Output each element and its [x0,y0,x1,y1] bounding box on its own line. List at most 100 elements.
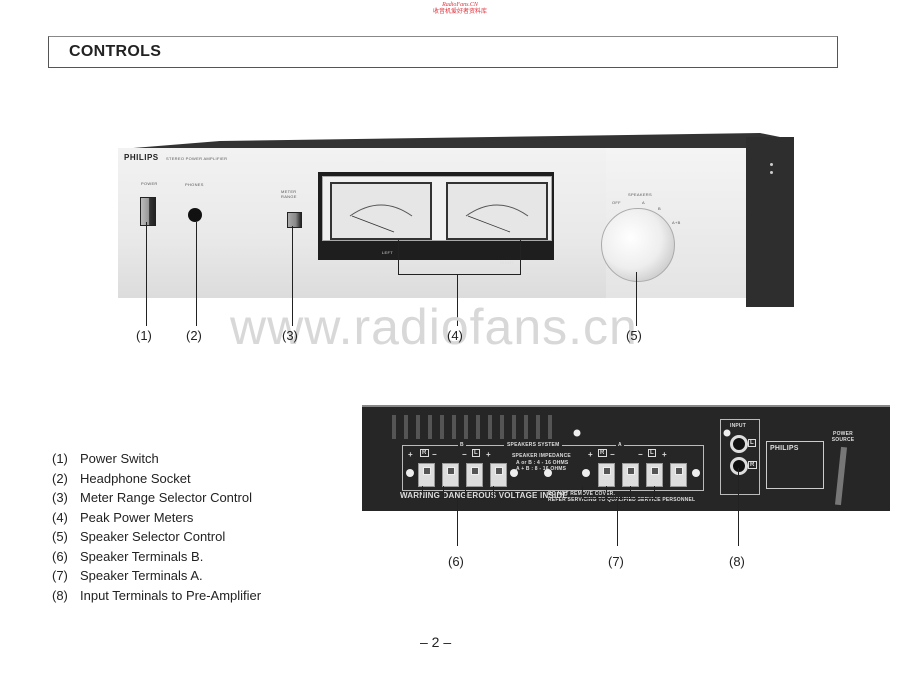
speaker-position-a: A [642,200,645,205]
speaker-terminal-b-l-minus[interactable] [466,463,483,487]
legend-number: (2) [52,471,68,486]
leader-line-6 [457,498,458,546]
impedance-line-2: A + B : 8 - 16 OHMS [516,466,567,472]
legend-label: Speaker Terminals A. [80,568,203,583]
power-label: POWER [141,181,158,186]
screw-icon [770,163,773,166]
callout-6: (6) [448,554,464,569]
callout-7: (7) [608,554,624,569]
speaker-terminal-b-r-minus[interactable] [442,463,459,487]
legend-label: Speaker Selector Control [80,529,226,544]
plate-brand: PHILIPS [770,445,799,452]
legend-label: Headphone Socket [80,471,191,486]
legend-number: (7) [52,568,68,583]
screw-icon [544,469,552,477]
power-switch[interactable] [140,197,156,226]
terminal-sign: − [432,450,437,459]
headphone-socket[interactable] [188,208,202,222]
leader-line-6-join [422,498,494,499]
brand-logo: PHILIPS [124,153,159,162]
leader-line-7d [654,486,655,498]
leader-line-4b [520,240,521,274]
channel-r-icon: R [420,449,429,457]
legend-number: (5) [52,529,68,544]
speaker-position-off: OFF [612,200,621,205]
meter-range-label: METER RANGE [281,189,297,199]
screw-icon [770,171,773,174]
legend-item: (6) Speaker Terminals B. [52,549,203,564]
meter-range-button[interactable] [287,212,302,228]
callout-8: (8) [729,554,745,569]
meter-scale-icon [349,204,413,233]
callout-2: (2) [186,328,202,343]
callout-3: (3) [282,328,298,343]
impedance-title: SPEAKER IMPEDANCE [512,453,571,459]
leader-line-6b [443,486,444,498]
legend-number: (4) [52,510,68,525]
terminal-sign: + [408,450,413,459]
legend-number: (6) [52,549,68,564]
speaker-position-b: B [658,206,661,211]
meter-right-label: RIGHT [500,260,514,265]
speaker-terminal-a-r-plus[interactable] [598,463,615,487]
site-watermark-top: RadioFans.CN 收音机爱好者资料库 [420,2,500,16]
screw-icon [582,469,590,477]
legend-item: (1) Power Switch [52,451,159,466]
speaker-terminal-b-l-plus[interactable] [490,463,507,487]
legend-item: (8) Input Terminals to Pre-Amplifier [52,588,261,603]
terminal-sign: − [610,450,615,459]
legend-item: (7) Speaker Terminals A. [52,568,203,583]
input-jack-left[interactable] [730,435,748,453]
screw-icon [406,469,414,477]
legend-label: Meter Range Selector Control [80,490,252,505]
terminal-sign: − [638,450,643,459]
speaker-selector-knob[interactable] [601,208,675,282]
power-cord [834,446,848,506]
legend-label: Power Switch [80,451,159,466]
terminal-sign: + [486,450,491,459]
watermark-line-2: 收音机爱好者资料库 [432,9,487,15]
section-a-label: A [616,442,624,448]
legend-number: (1) [52,451,68,466]
input-label: INPUT [730,423,746,429]
speaker-terminal-b-r-plus[interactable] [418,463,435,487]
speaker-terminal-a-l-plus[interactable] [670,463,687,487]
page-number: – 2 – [420,634,452,650]
leader-line-8 [738,468,739,546]
leader-line-4a [398,240,399,274]
screw-icon [692,469,700,477]
power-source-label: POWER SOURCE [831,431,855,443]
site-watermark: www.radiofans.cn [230,299,638,355]
leader-line-4-join [398,274,521,275]
speaker-terminal-a-r-minus[interactable] [622,463,639,487]
callout-5: (5) [626,328,642,343]
channel-l-icon: L [648,449,656,457]
screw-icon [510,469,518,477]
legend-number: (3) [52,490,68,505]
leader-line-1 [146,222,147,326]
legend-number: (8) [52,588,68,603]
channel-r-icon: R [748,461,757,469]
legend-item: (2) Headphone Socket [52,471,191,486]
leader-line-7-join [582,498,655,499]
phones-label: PHONES [185,182,204,187]
meter-left-label: LEFT [382,250,393,255]
speaker-terminal-a-l-minus[interactable] [646,463,663,487]
channel-l-icon: L [748,439,756,447]
legend-label: Input Terminals to Pre-Amplifier [80,588,262,603]
terminal-sign: − [462,450,467,459]
section-header: CONTROLS [48,36,838,68]
right-peak-meter [446,182,548,240]
channel-l-icon: L [472,449,480,457]
legend-label: Peak Power Meters [80,510,194,525]
terminal-sign: + [588,450,593,459]
section-b-label: B [458,442,466,448]
speakers-system-label: SPEAKERS SYSTEM [504,442,563,448]
model-text: STEREO POWER AMPLIFIER [166,156,228,161]
speaker-position-ab: A+B [672,220,681,225]
legend-label: Speaker Terminals B. [80,549,204,564]
callout-1: (1) [136,328,152,343]
input-jack-right[interactable] [730,457,748,475]
leader-line-7 [617,498,618,546]
meter-scale-icon [465,204,529,233]
